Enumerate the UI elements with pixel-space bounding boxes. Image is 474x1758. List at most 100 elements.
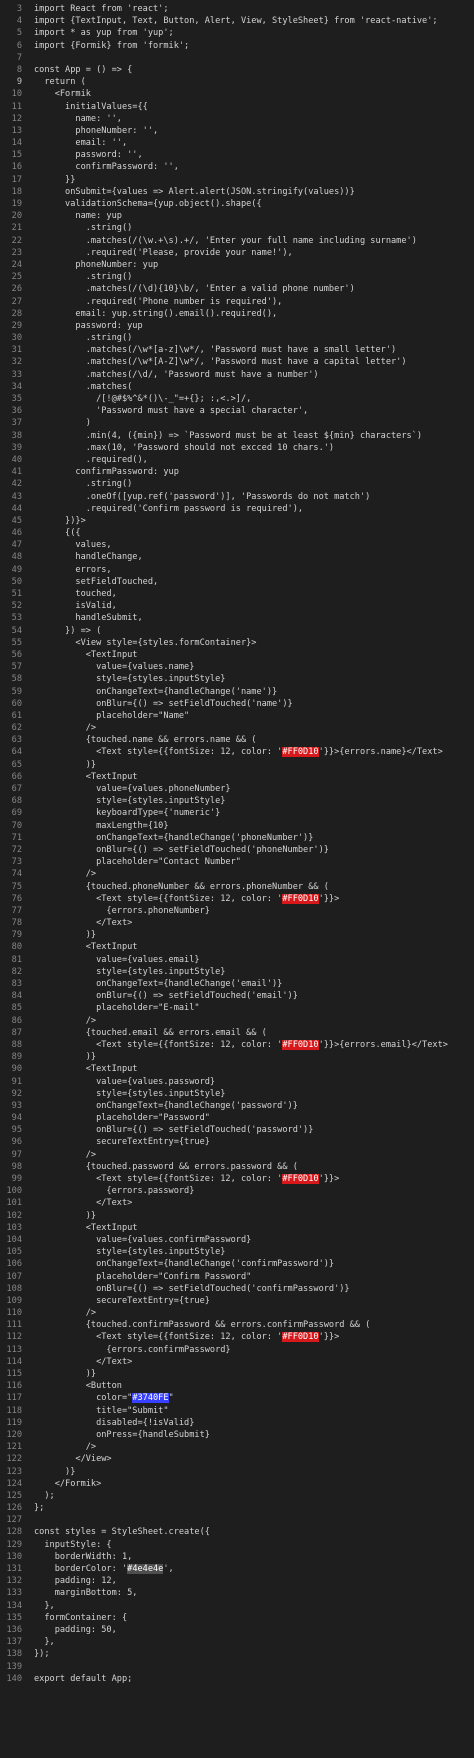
code-line[interactable]: 137 }, — [0, 1636, 474, 1648]
code-line[interactable]: 98 {touched.password && errors.password … — [0, 1161, 474, 1173]
code-line[interactable]: 125 ); — [0, 1490, 474, 1502]
code-line[interactable]: 113 {errors.confirmPassword} — [0, 1344, 474, 1356]
code-line[interactable]: 30 .string() — [0, 332, 474, 344]
code-line[interactable]: 41 confirmPassword: yup — [0, 466, 474, 478]
code-line[interactable]: 80 <TextInput — [0, 941, 474, 953]
code-line[interactable]: 82 style={styles.inputStyle} — [0, 966, 474, 978]
code-line[interactable]: 21 .string() — [0, 222, 474, 234]
code-line[interactable]: 96 secureTextEntry={true} — [0, 1136, 474, 1148]
code-line[interactable]: 35 /[!@#$%^&*()\-_"=+{}; :,<.>]/, — [0, 393, 474, 405]
code-line[interactable]: 99 <Text style={{fontSize: 12, color: '#… — [0, 1173, 474, 1185]
code-line[interactable]: 83 onChangeText={handleChange('email')} — [0, 978, 474, 990]
code-line[interactable]: 65 )} — [0, 759, 474, 771]
code-line[interactable]: 10 <Formik — [0, 88, 474, 100]
code-line[interactable]: 5 import * as yup from 'yup'; — [0, 27, 474, 39]
code-line[interactable]: 47 values, — [0, 539, 474, 551]
code-line[interactable]: 68 style={styles.inputStyle} — [0, 795, 474, 807]
code-line[interactable]: 124 </Formik> — [0, 1478, 474, 1490]
code-line[interactable]: 129 inputStyle: { — [0, 1539, 474, 1551]
code-line[interactable]: 76 <Text style={{fontSize: 12, color: '#… — [0, 893, 474, 905]
code-line[interactable]: 114 </Text> — [0, 1356, 474, 1368]
code-line[interactable]: 139 — [0, 1661, 474, 1673]
code-line[interactable]: 16 confirmPassword: '', — [0, 161, 474, 173]
code-line[interactable]: 51 touched, — [0, 588, 474, 600]
code-line[interactable]: 49 errors, — [0, 564, 474, 576]
code-line[interactable]: 136 padding: 50, — [0, 1624, 474, 1636]
code-line[interactable]: 67 value={values.phoneNumber} — [0, 783, 474, 795]
code-line[interactable]: 95 onBlur={() => setFieldTouched('passwo… — [0, 1124, 474, 1136]
code-line[interactable]: 14 email: '', — [0, 137, 474, 149]
code-line[interactable]: 120 onPress={handleSubmit} — [0, 1429, 474, 1441]
code-line[interactable]: 97 /> — [0, 1149, 474, 1161]
code-line[interactable]: 132 padding: 12, — [0, 1575, 474, 1587]
code-line[interactable]: 128 const styles = StyleSheet.create({ — [0, 1526, 474, 1538]
code-area[interactable]: 3 import React from 'react'; 4 import {Text… — [0, 3, 474, 1685]
code-line[interactable]: 59 onChangeText={handleChange('name')} — [0, 686, 474, 698]
code-line[interactable]: 138}); — [0, 1648, 474, 1660]
code-line[interactable]: 9 return ( — [0, 76, 474, 88]
code-line[interactable]: 106 onChangeText={handleChange('confirmP… — [0, 1258, 474, 1270]
code-line[interactable]: 55 <View style={styles.formContainer}> — [0, 637, 474, 649]
code-line[interactable]: 66 <TextInput — [0, 771, 474, 783]
code-line[interactable]: 29 password: yup — [0, 320, 474, 332]
code-line[interactable]: 73 placeholder="Contact Number" — [0, 856, 474, 868]
code-line[interactable]: 8 const App = () => { — [0, 64, 474, 76]
code-line[interactable]: 130 borderWidth: 1, — [0, 1551, 474, 1563]
code-line[interactable]: 44 .required('Confirm password is requir… — [0, 503, 474, 515]
code-line[interactable]: 140 export default App; — [0, 1673, 474, 1685]
code-line[interactable]: 101 </Text> — [0, 1197, 474, 1209]
code-line[interactable]: 127 — [0, 1514, 474, 1526]
code-line[interactable]: 6 import {Formik} from 'formik'; — [0, 40, 474, 52]
code-line[interactable]: 134 }, — [0, 1600, 474, 1612]
code-line[interactable]: 32 .matches(/\w*[A-Z]\w*/, 'Password mus… — [0, 356, 474, 368]
code-line[interactable]: 104 value={values.confirmPassword} — [0, 1234, 474, 1246]
code-line[interactable]: 117 color="#3740FE" — [0, 1392, 474, 1404]
code-line[interactable]: 58 style={styles.inputStyle} — [0, 673, 474, 685]
code-line[interactable]: 17 }} — [0, 174, 474, 186]
code-line[interactable]: 3 import React from 'react'; — [0, 3, 474, 15]
code-line[interactable]: 46 {({ — [0, 527, 474, 539]
code-line[interactable]: 20 name: yup — [0, 210, 474, 222]
code-line[interactable]: 81 value={values.email} — [0, 954, 474, 966]
code-line[interactable]: 25 .string() — [0, 271, 474, 283]
code-line[interactable]: 40 .required(), — [0, 454, 474, 466]
code-line[interactable]: 135 formContainer: { — [0, 1612, 474, 1624]
code-line[interactable]: 39 .max(10, 'Password should not excced … — [0, 442, 474, 454]
code-line[interactable]: 75 {touched.phoneNumber && errors.phoneN… — [0, 881, 474, 893]
code-line[interactable]: 4 import {TextInput, Text, Button, Alert,… — [0, 15, 474, 27]
code-line[interactable]: 26 .matches(/(\d){10}\b/, 'Enter a valid… — [0, 283, 474, 295]
code-line[interactable]: 54 }) => ( — [0, 625, 474, 637]
code-line[interactable]: 50 setFieldTouched, — [0, 576, 474, 588]
code-line[interactable]: 74 /> — [0, 868, 474, 880]
code-line[interactable]: 87 {touched.email && errors.email && ( — [0, 1027, 474, 1039]
code-line[interactable]: 42 .string() — [0, 478, 474, 490]
code-line[interactable]: 84 onBlur={() => setFieldTouched('email'… — [0, 990, 474, 1002]
code-line[interactable]: 116 <Button — [0, 1380, 474, 1392]
code-line[interactable]: 108 onBlur={() => setFieldTouched('confi… — [0, 1283, 474, 1295]
code-line[interactable]: 90 <TextInput — [0, 1063, 474, 1075]
code-line[interactable]: 126}; — [0, 1502, 474, 1514]
code-line[interactable]: 24 phoneNumber: yup — [0, 259, 474, 271]
code-line[interactable]: 36 'Password must have a special charact… — [0, 405, 474, 417]
code-line[interactable]: 64 <Text style={{fontSize: 12, color: '#… — [0, 746, 474, 758]
code-line[interactable]: 56 <TextInput — [0, 649, 474, 661]
code-line[interactable]: 63 {touched.name && errors.name && ( — [0, 734, 474, 746]
code-editor[interactable]: 3 import React from 'react'; 4 import {Text… — [0, 0, 474, 1758]
code-line[interactable]: 121 /> — [0, 1441, 474, 1453]
code-line[interactable]: 31 .matches(/\w*[a-z]\w*/, 'Password mus… — [0, 344, 474, 356]
code-line[interactable]: 13 phoneNumber: '', — [0, 125, 474, 137]
code-line[interactable]: 86 /> — [0, 1015, 474, 1027]
code-line[interactable]: 19 validationSchema={yup.object().shape(… — [0, 198, 474, 210]
code-line[interactable]: 48 handleChange, — [0, 551, 474, 563]
code-line[interactable]: 112 <Text style={{fontSize: 12, color: '… — [0, 1331, 474, 1343]
code-line[interactable]: 27 .required('Phone number is required')… — [0, 296, 474, 308]
code-line[interactable]: 53 handleSubmit, — [0, 612, 474, 624]
code-line[interactable]: 45 })}> — [0, 515, 474, 527]
code-line[interactable]: 43 .oneOf([yup.ref('password')], 'Passwo… — [0, 491, 474, 503]
code-line[interactable]: 123 )} — [0, 1466, 474, 1478]
code-line[interactable]: 109 secureTextEntry={true} — [0, 1295, 474, 1307]
code-line[interactable]: 102 )} — [0, 1210, 474, 1222]
code-line[interactable]: 131 borderColor: '#4e4e4e', — [0, 1563, 474, 1575]
code-line[interactable]: 105 style={styles.inputStyle} — [0, 1246, 474, 1258]
code-line[interactable]: 18 onSubmit={values => Alert.alert(JSON.… — [0, 186, 474, 198]
